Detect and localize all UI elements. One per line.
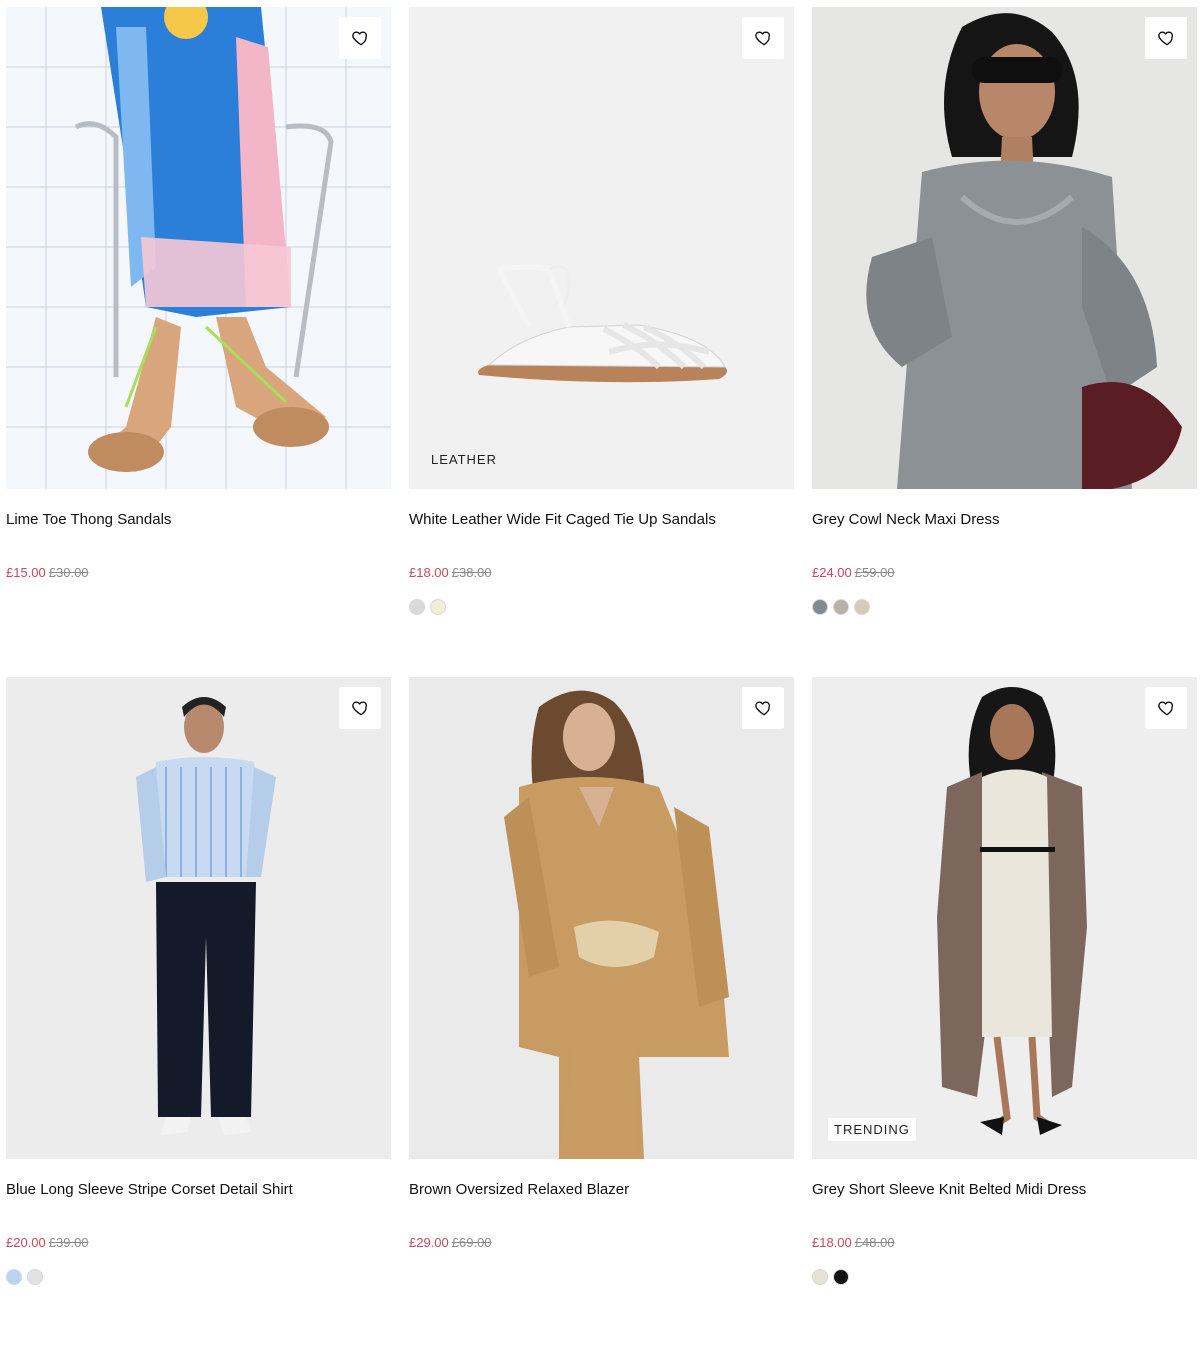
product-card[interactable]: Brown Oversized Relaxed Blazer £29.00 £69…: [409, 677, 794, 1347]
sale-price: £15.00: [6, 565, 46, 580]
product-title[interactable]: White Leather Wide Fit Caged Tie Up Sand…: [409, 511, 794, 529]
heart-icon: [755, 701, 771, 716]
sale-price: £20.00: [6, 1235, 46, 1250]
wishlist-button[interactable]: [1145, 17, 1187, 59]
product-image[interactable]: TRENDING: [812, 677, 1197, 1159]
color-swatch[interactable]: [6, 1269, 22, 1285]
product-title[interactable]: Grey Cowl Neck Maxi Dress: [812, 511, 1197, 529]
original-price: £59.00: [854, 565, 895, 580]
heart-icon: [352, 31, 368, 46]
price-row: £20.00 £39.00: [6, 1235, 391, 1251]
heart-icon: [755, 31, 771, 46]
color-swatch[interactable]: [812, 1269, 828, 1285]
color-swatch[interactable]: [27, 1269, 43, 1285]
product-title[interactable]: Grey Short Sleeve Knit Belted Midi Dress: [812, 1181, 1197, 1199]
product-title[interactable]: Lime Toe Thong Sandals: [6, 511, 391, 529]
sale-price: £29.00: [409, 1235, 449, 1250]
sale-price: £18.00: [409, 565, 449, 580]
color-swatch[interactable]: [430, 599, 446, 615]
price-row: £29.00 £69.00: [409, 1235, 794, 1251]
color-swatch[interactable]: [833, 1269, 849, 1285]
product-image[interactable]: LEATHER: [409, 7, 794, 489]
product-image[interactable]: [812, 7, 1197, 489]
product-grid: Lime Toe Thong Sandals £15.00 £30.00 LEA…: [6, 7, 1197, 1347]
product-card[interactable]: TRENDING Grey Short Sleeve Knit Belted M…: [812, 677, 1197, 1347]
wishlist-button[interactable]: [339, 687, 381, 729]
color-swatches: [409, 1269, 794, 1285]
color-swatches: [6, 1269, 391, 1285]
sale-price: £24.00: [812, 565, 852, 580]
product-image[interactable]: [6, 7, 391, 489]
price-row: £15.00 £30.00: [6, 565, 391, 581]
original-price: £38.00: [451, 565, 492, 580]
sale-price: £18.00: [812, 1235, 852, 1250]
color-swatch[interactable]: [854, 599, 870, 615]
product-card[interactable]: Blue Long Sleeve Stripe Corset Detail Sh…: [6, 677, 391, 1347]
wishlist-button[interactable]: [742, 687, 784, 729]
original-price: £69.00: [451, 1235, 492, 1250]
original-price: £30.00: [48, 565, 89, 580]
product-image[interactable]: [409, 677, 794, 1159]
heart-icon: [1158, 31, 1174, 46]
heart-icon: [1158, 701, 1174, 716]
color-swatch[interactable]: [812, 599, 828, 615]
color-swatches: [812, 599, 1197, 615]
color-swatch[interactable]: [409, 599, 425, 615]
color-swatches: [6, 599, 391, 615]
product-card[interactable]: LEATHER White Leather Wide Fit Caged Tie…: [409, 7, 794, 677]
color-swatches: [409, 599, 794, 615]
product-badge: TRENDING: [828, 1118, 916, 1141]
price-row: £18.00 £38.00: [409, 565, 794, 581]
color-swatches: [812, 1269, 1197, 1285]
original-price: £48.00: [854, 1235, 895, 1250]
heart-icon: [352, 701, 368, 716]
product-image[interactable]: [6, 677, 391, 1159]
price-row: £24.00 £59.00: [812, 565, 1197, 581]
price-row: £18.00 £48.00: [812, 1235, 1197, 1251]
wishlist-button[interactable]: [339, 17, 381, 59]
product-title[interactable]: Brown Oversized Relaxed Blazer: [409, 1181, 794, 1199]
color-swatch[interactable]: [833, 599, 849, 615]
product-badge: LEATHER: [431, 452, 497, 467]
product-title[interactable]: Blue Long Sleeve Stripe Corset Detail Sh…: [6, 1181, 391, 1199]
product-card[interactable]: Lime Toe Thong Sandals £15.00 £30.00: [6, 7, 391, 677]
wishlist-button[interactable]: [742, 17, 784, 59]
product-card[interactable]: Grey Cowl Neck Maxi Dress £24.00 £59.00: [812, 7, 1197, 677]
wishlist-button[interactable]: [1145, 687, 1187, 729]
original-price: £39.00: [48, 1235, 89, 1250]
